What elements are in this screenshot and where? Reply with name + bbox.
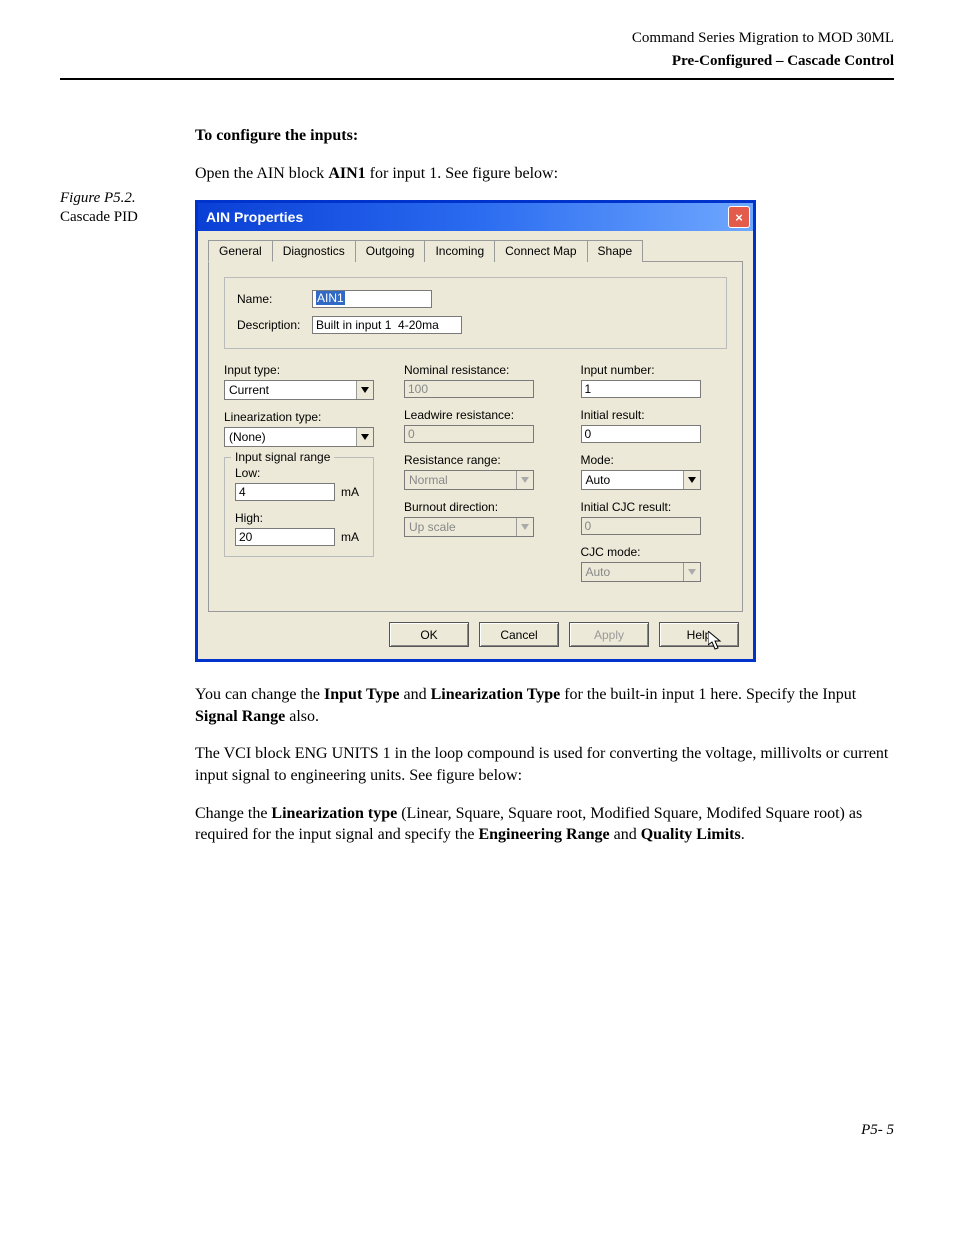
dialog-titlebar[interactable]: AIN Properties × xyxy=(198,203,753,231)
cancel-button[interactable]: Cancel xyxy=(479,622,559,647)
page-number: P5- 5 xyxy=(60,1122,894,1139)
label-nominal-resistance: Nominal resistance: xyxy=(404,363,551,377)
chevron-down-icon xyxy=(356,381,373,399)
label-initial-result: Initial result: xyxy=(581,408,728,422)
label-high: High: xyxy=(235,511,363,525)
chevron-down-icon xyxy=(516,518,533,536)
label-low: Low: xyxy=(235,466,363,480)
legend-input-signal-range: Input signal range xyxy=(231,450,334,464)
chevron-down-icon xyxy=(683,471,700,489)
figure-label: Figure P5.2. xyxy=(60,190,195,207)
select-input-type[interactable]: Current xyxy=(224,380,374,400)
select-linearization-type[interactable]: (None) xyxy=(224,427,374,447)
input-description[interactable] xyxy=(312,316,462,334)
label-name: Name: xyxy=(237,292,312,306)
label-leadwire-resistance: Leadwire resistance: xyxy=(404,408,551,422)
input-initial-result[interactable] xyxy=(581,425,701,443)
input-high[interactable] xyxy=(235,528,335,546)
select-mode[interactable]: Auto xyxy=(581,470,701,490)
select-cjc-mode: Auto xyxy=(581,562,701,582)
header-rule xyxy=(60,78,894,80)
tab-general[interactable]: General xyxy=(208,240,273,262)
close-button[interactable]: × xyxy=(728,206,750,228)
label-mode: Mode: xyxy=(581,453,728,467)
figure-caption: Cascade PID xyxy=(60,209,195,226)
unit-low: mA xyxy=(341,485,359,499)
label-resistance-range: Resistance range: xyxy=(404,453,551,467)
doc-header-subtitle: Pre-Configured – Cascade Control xyxy=(60,53,894,70)
ain-properties-dialog: AIN Properties × General Diagnostics Out… xyxy=(195,200,756,662)
label-input-number: Input number: xyxy=(581,363,728,377)
chevron-down-icon xyxy=(516,471,533,489)
chevron-down-icon xyxy=(683,563,700,581)
tab-incoming[interactable]: Incoming xyxy=(424,240,495,262)
tab-diagnostics[interactable]: Diagnostics xyxy=(272,240,356,262)
label-input-type: Input type: xyxy=(224,363,374,377)
input-name[interactable]: AIN1 xyxy=(312,290,432,308)
select-resistance-range: Normal xyxy=(404,470,534,490)
input-low[interactable] xyxy=(235,483,335,501)
select-burnout-direction: Up scale xyxy=(404,517,534,537)
doc-header-title: Command Series Migration to MOD 30ML xyxy=(60,30,894,47)
label-initial-cjc-result: Initial CJC result: xyxy=(581,500,728,514)
open-block-text: Open the AIN block AIN1 for input 1. See… xyxy=(195,163,894,185)
tab-strip: General Diagnostics Outgoing Incoming Co… xyxy=(198,231,753,261)
tab-outgoing[interactable]: Outgoing xyxy=(355,240,426,262)
label-burnout-direction: Burnout direction: xyxy=(404,500,551,514)
input-initial-cjc-result xyxy=(581,517,701,535)
label-cjc-mode: CJC mode: xyxy=(581,545,728,559)
input-leadwire-resistance xyxy=(404,425,534,443)
paragraph-vci-block: The VCI block ENG UNITS 1 in the loop co… xyxy=(195,743,894,786)
input-input-number[interactable] xyxy=(581,380,701,398)
apply-button: Apply xyxy=(569,622,649,647)
paragraph-change-lin-type: Change the Linearization type (Linear, S… xyxy=(195,803,894,846)
unit-high: mA xyxy=(341,530,359,544)
paragraph-change-input-type: You can change the Input Type and Linear… xyxy=(195,684,894,727)
tab-panel-general: Name: AIN1 Description: Input type: xyxy=(208,261,743,612)
ok-button[interactable]: OK xyxy=(389,622,469,647)
label-linearization-type: Linearization type: xyxy=(224,410,374,424)
section-heading: To configure the inputs: xyxy=(195,127,358,144)
chevron-down-icon xyxy=(356,428,373,446)
tab-shape[interactable]: Shape xyxy=(587,240,644,262)
tab-connect-map[interactable]: Connect Map xyxy=(494,240,587,262)
help-button[interactable]: Help xyxy=(659,622,739,647)
close-icon: × xyxy=(735,210,743,225)
input-nominal-resistance xyxy=(404,380,534,398)
dialog-title: AIN Properties xyxy=(206,209,303,225)
label-description: Description: xyxy=(237,318,312,332)
